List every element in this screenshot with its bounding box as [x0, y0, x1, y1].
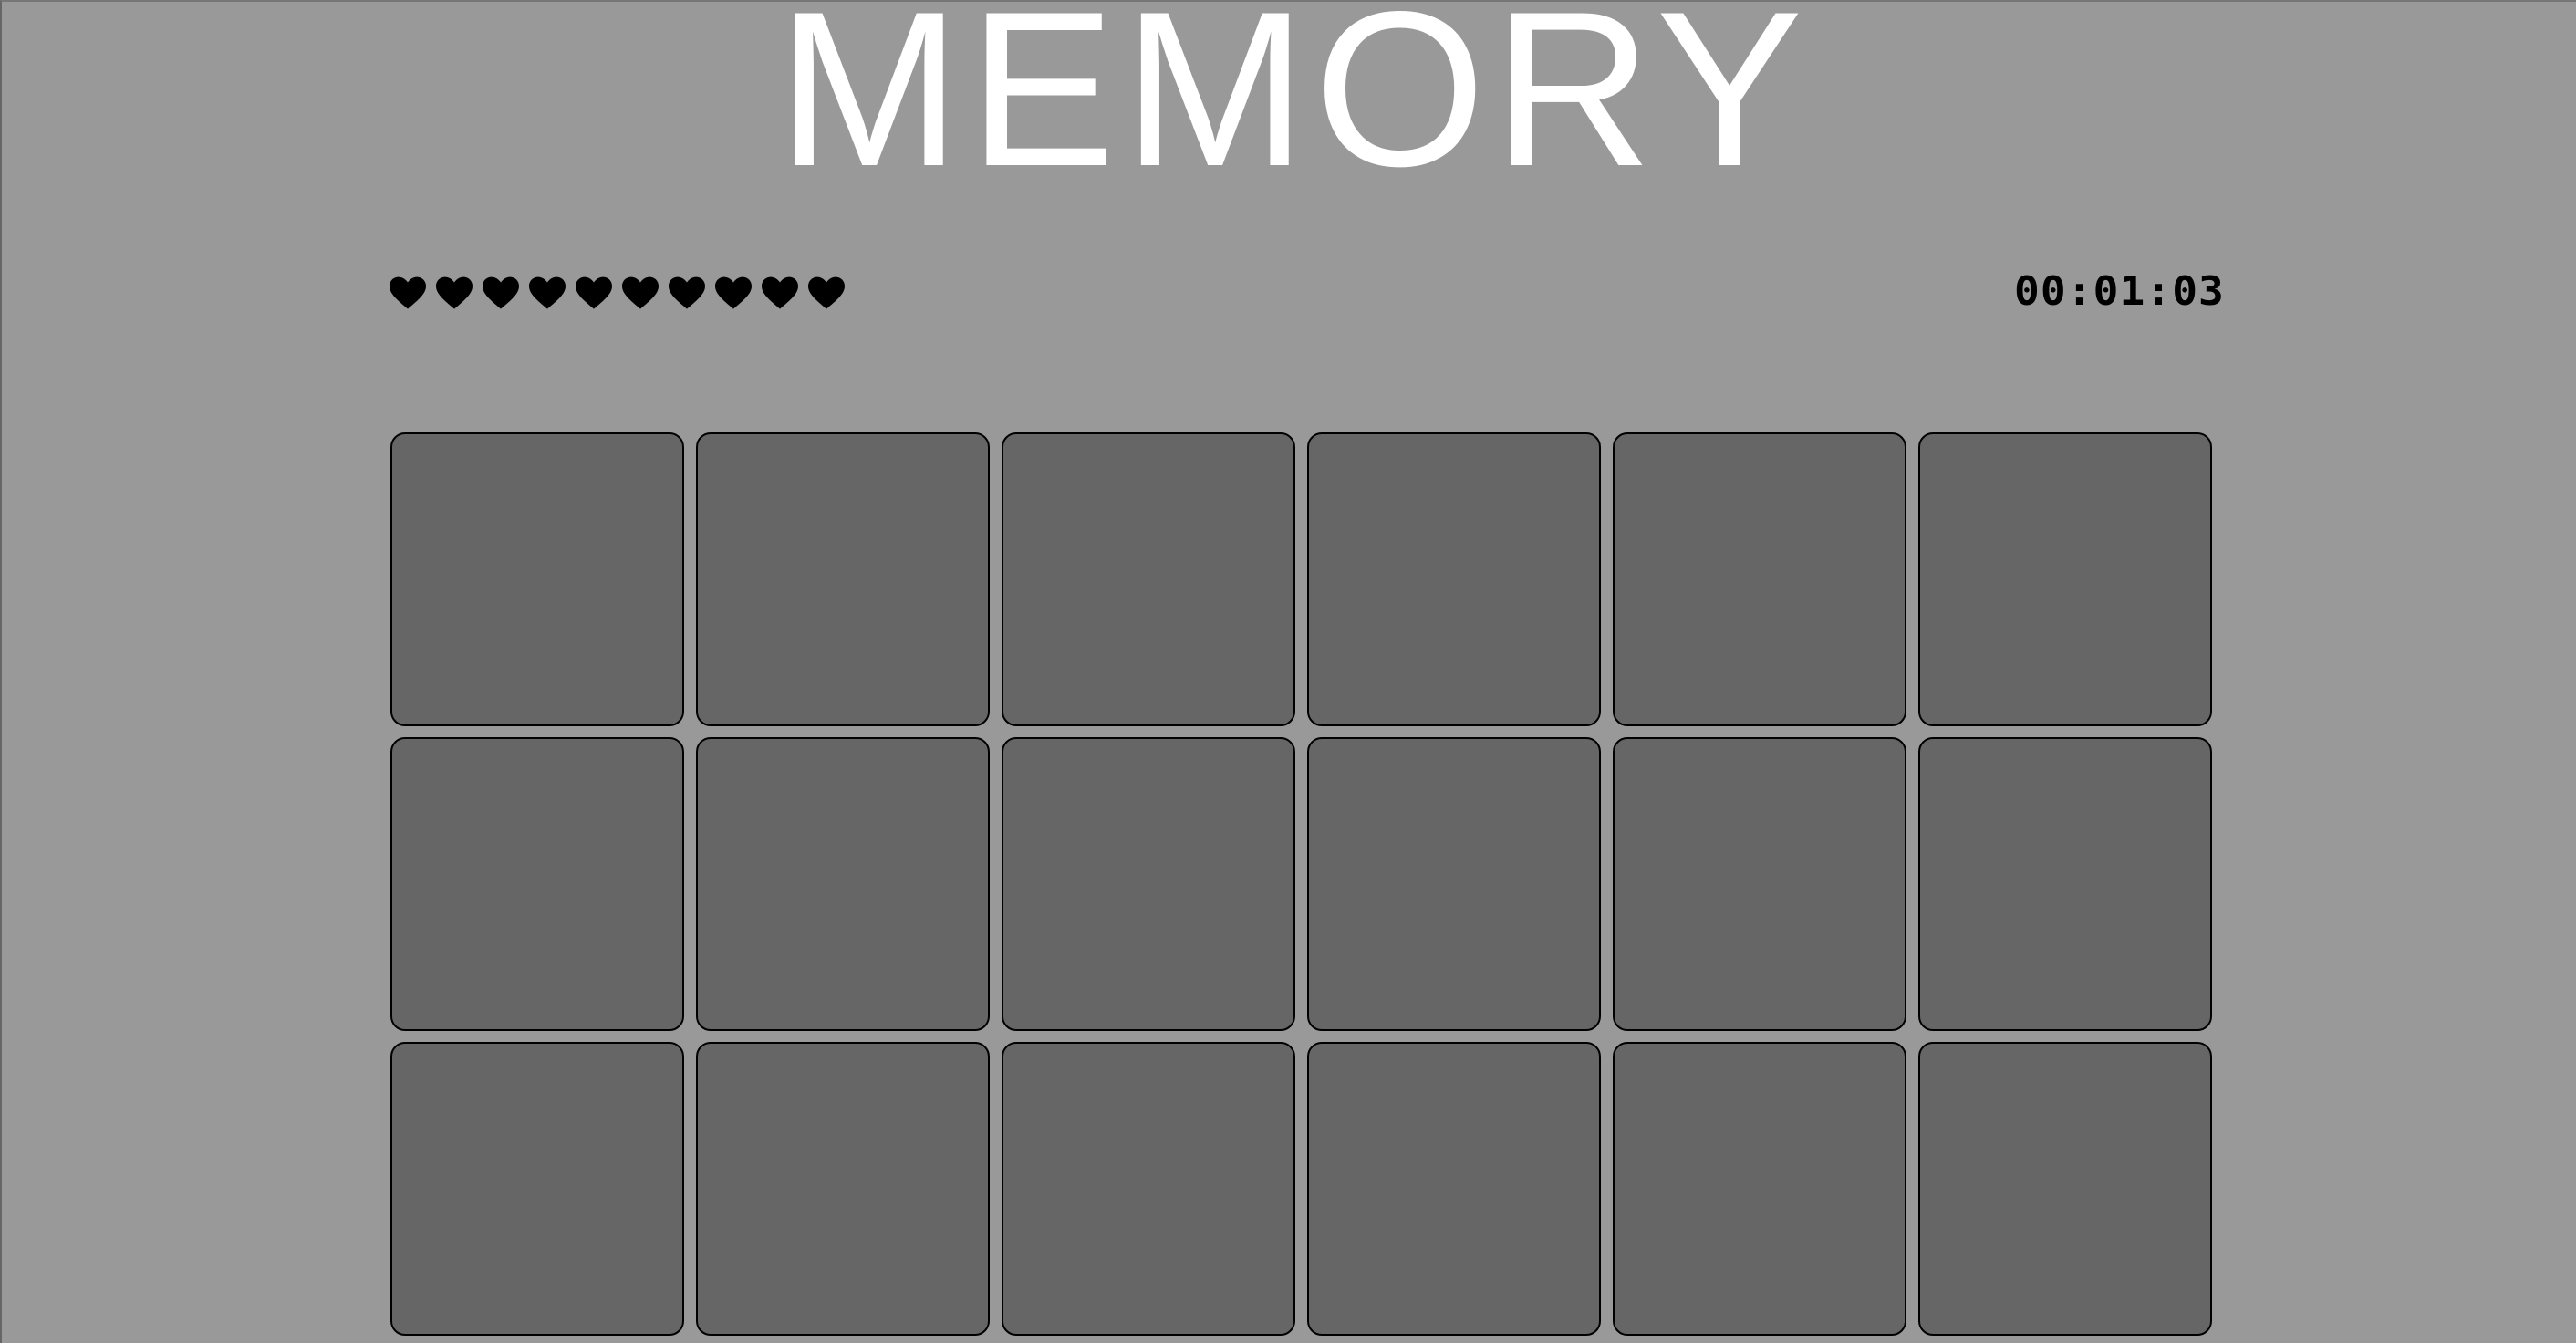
heart-icon [622, 276, 659, 309]
card-r1-c2[interactable] [696, 432, 990, 726]
card-r3-c4[interactable] [1307, 1042, 1601, 1336]
heart-icon [390, 276, 426, 309]
card-grid [390, 432, 2212, 1336]
heart-icon [669, 276, 705, 309]
timer: 00:01:03 [2014, 268, 2225, 315]
card-r2-c4[interactable] [1307, 737, 1601, 1031]
card-r3-c3[interactable] [1002, 1042, 1295, 1336]
card-r3-c5[interactable] [1613, 1042, 1906, 1336]
card-r2-c2[interactable] [696, 737, 990, 1031]
card-r2-c3[interactable] [1002, 737, 1295, 1031]
heart-icon [808, 276, 845, 309]
card-r3-c2[interactable] [696, 1042, 990, 1336]
memory-logo: MEMORY [777, 0, 1811, 213]
card-r1-c1[interactable] [390, 432, 684, 726]
card-r1-c3[interactable] [1002, 432, 1295, 726]
card-r1-c4[interactable] [1307, 432, 1601, 726]
heart-icon [715, 276, 752, 309]
card-r2-c6[interactable] [1918, 737, 2212, 1031]
heart-icon [576, 276, 612, 309]
heart-icon [436, 276, 473, 309]
card-r1-c6[interactable] [1918, 432, 2212, 726]
heart-icon [529, 276, 566, 309]
card-r2-c5[interactable] [1613, 737, 1906, 1031]
card-r1-c5[interactable] [1613, 432, 1906, 726]
card-r3-c6[interactable] [1918, 1042, 2212, 1336]
card-r2-c1[interactable] [390, 737, 684, 1031]
heart-icon [762, 276, 798, 309]
card-r3-c1[interactable] [390, 1042, 684, 1336]
heart-icon [483, 276, 519, 309]
lives-display [390, 276, 845, 312]
